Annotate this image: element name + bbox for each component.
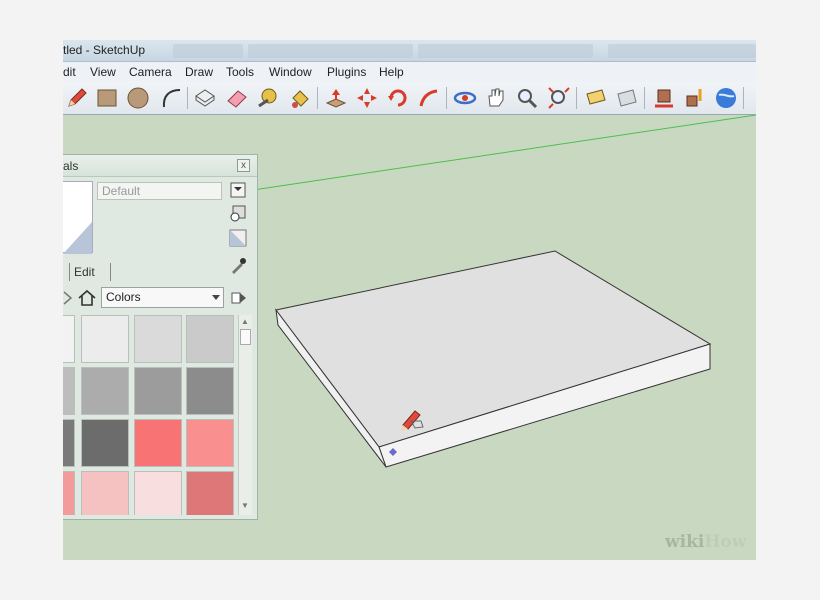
watermark-wiki: wiki (665, 532, 705, 552)
menu-edit[interactable]: dit (63, 65, 76, 79)
share-model-icon[interactable] (683, 86, 707, 110)
tape-measure-icon[interactable] (256, 86, 280, 110)
ghost-tab (248, 44, 413, 58)
zoom-extents-icon[interactable] (547, 86, 571, 110)
follow-me-icon[interactable] (417, 86, 441, 110)
menu-view[interactable]: View (90, 65, 116, 79)
toolbar-separator (446, 87, 447, 109)
add-location-icon[interactable] (584, 86, 608, 110)
ghost-tab (608, 44, 756, 58)
eraser-icon[interactable] (225, 86, 249, 110)
color-swatch[interactable] (63, 471, 75, 515)
get-models-icon[interactable] (652, 86, 676, 110)
google-earth-icon[interactable] (714, 86, 738, 110)
toolbar-separator (644, 87, 645, 109)
zoom-icon[interactable] (515, 86, 539, 110)
color-swatch[interactable] (186, 367, 234, 415)
rotate-icon[interactable] (386, 86, 410, 110)
color-swatch[interactable] (186, 315, 234, 363)
color-swatch[interactable] (81, 419, 129, 467)
chevron-down-icon (212, 295, 220, 300)
toolbar-separator (317, 87, 318, 109)
rectangle-icon[interactable] (95, 86, 119, 110)
display-secondary-icon[interactable] (229, 181, 247, 199)
default-material-icon[interactable] (229, 229, 247, 247)
orbit-icon[interactable] (453, 86, 477, 110)
toolbar-separator (576, 87, 577, 109)
swatch-scrollbar[interactable]: ▲ ▼ (238, 315, 252, 515)
color-swatch[interactable] (81, 315, 129, 363)
toolbar-separator (187, 87, 188, 109)
color-swatch[interactable] (186, 419, 234, 467)
color-swatch[interactable] (81, 367, 129, 415)
ghost-tab (418, 44, 593, 58)
toolbar-separator (743, 87, 744, 109)
circle-icon[interactable] (126, 86, 150, 110)
color-swatch[interactable] (134, 471, 182, 515)
scroll-up-icon[interactable]: ▲ (241, 317, 249, 326)
menu-camera[interactable]: Camera (129, 65, 172, 79)
forward-icon[interactable] (63, 291, 73, 305)
move-icon[interactable] (355, 86, 379, 110)
color-swatch[interactable] (63, 419, 75, 467)
color-swatch[interactable] (81, 471, 129, 515)
home-icon[interactable] (77, 288, 97, 308)
menu-draw[interactable]: Draw (185, 65, 213, 79)
swatch-grid (63, 315, 235, 515)
pan-icon[interactable] (484, 86, 508, 110)
color-swatch[interactable] (186, 471, 234, 515)
materials-title: als (63, 159, 79, 173)
color-swatch[interactable] (63, 367, 75, 415)
details-arrow-icon[interactable] (230, 289, 248, 307)
title-bar: tled - SketchUp (63, 40, 756, 62)
push-pull-icon[interactable] (324, 86, 348, 110)
create-material-icon[interactable] (229, 204, 247, 222)
paint-bucket-icon[interactable] (288, 86, 312, 110)
scroll-thumb[interactable] (240, 329, 251, 345)
menu-window[interactable]: Window (269, 65, 312, 79)
menu-bar: dit View Camera Draw Tools Window Plugin… (63, 62, 756, 82)
toggle-terrain-icon[interactable] (615, 86, 639, 110)
wikihow-watermark: wikiHow (665, 532, 746, 552)
ghost-tab (173, 44, 243, 58)
make-component-icon[interactable] (193, 86, 217, 110)
color-swatch[interactable] (134, 419, 182, 467)
library-select[interactable]: Colors (101, 287, 224, 308)
arc-icon[interactable] (159, 86, 183, 110)
menu-plugins[interactable]: Plugins (327, 65, 366, 79)
color-swatch[interactable] (63, 315, 75, 363)
tab-edit[interactable]: Edit (69, 263, 111, 281)
menu-help[interactable]: Help (379, 65, 404, 79)
close-button[interactable]: x (237, 159, 250, 172)
color-swatch[interactable] (134, 367, 182, 415)
watermark-how: How (704, 532, 747, 552)
material-name-field[interactable]: Default (97, 182, 222, 200)
window-title: tled - SketchUp (63, 43, 146, 57)
materials-header: als x (63, 155, 257, 177)
toolbar (63, 82, 756, 115)
scroll-down-icon[interactable]: ▼ (241, 501, 249, 510)
library-select-value: Colors (106, 290, 141, 304)
pencil-icon[interactable] (65, 86, 89, 110)
sketchup-window: tled - SketchUp dit View Camera Draw Too… (63, 40, 756, 560)
sample-paint-icon[interactable] (229, 257, 247, 275)
green-axis-line (252, 115, 756, 191)
menu-tools[interactable]: Tools (226, 65, 254, 79)
library-row: Colors (63, 287, 257, 309)
color-swatch[interactable] (134, 315, 182, 363)
materials-panel: als x Default Edit Colors ▲ ▼ (63, 154, 258, 520)
material-preview (63, 181, 93, 254)
preview-swatch (63, 222, 92, 254)
